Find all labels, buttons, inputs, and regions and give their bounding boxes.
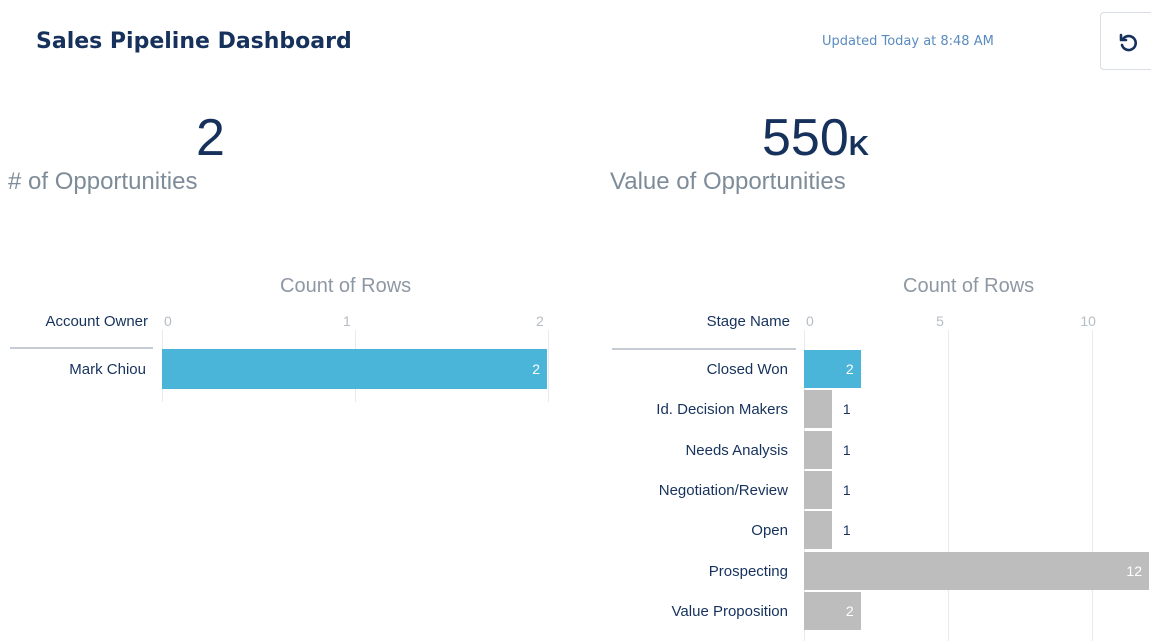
chart-category-label: Negotiation/Review bbox=[658, 481, 788, 499]
chart-bar bbox=[804, 430, 833, 469]
chart-header-separator bbox=[612, 348, 796, 350]
chart-tick-label: 2 bbox=[536, 313, 544, 329]
chart-gridline bbox=[948, 330, 950, 641]
chart-tick-label: 0 bbox=[806, 313, 814, 329]
chart-category-label: Mark Chiou bbox=[69, 361, 146, 378]
metric-value-label: Value of Opportunities bbox=[610, 168, 846, 195]
chart-data-label: 2 bbox=[845, 602, 854, 619]
chart-category-label: Open bbox=[751, 522, 788, 540]
chart-bar bbox=[804, 551, 1150, 590]
chart-header-separator bbox=[10, 347, 153, 349]
chart-data-label: 2 bbox=[845, 361, 854, 377]
chart-dimension-label: Stage Name bbox=[706, 313, 790, 330]
chart-category-label: Value Proposition bbox=[671, 602, 788, 620]
refresh-button[interactable] bbox=[1100, 12, 1151, 70]
metric-value: 2 bbox=[196, 109, 225, 167]
page-title: Sales Pipeline Dashboard bbox=[36, 29, 352, 54]
refresh-icon bbox=[1119, 33, 1137, 52]
chart-category-label: Id. Decision Makers bbox=[656, 401, 788, 419]
chart-category-label: Needs Analysis bbox=[685, 441, 788, 459]
metric-opportunities-count: 2 bbox=[196, 112, 225, 164]
metric-unit: K bbox=[848, 130, 869, 161]
chart-tick-label: 1 bbox=[343, 313, 351, 329]
chart-category-label: Closed Won bbox=[706, 361, 788, 378]
chart-data-label: 1 bbox=[842, 481, 851, 498]
metric-opportunities-value: 550K bbox=[762, 112, 869, 164]
chart-axis-title: Count of Rows bbox=[903, 275, 1035, 297]
chart-tick-label: 5 bbox=[936, 313, 944, 329]
chart-data-label: 1 bbox=[842, 522, 851, 539]
chart-tick-label: 10 bbox=[1080, 313, 1096, 329]
updated-timestamp: Updated Today at 8:48 AM bbox=[822, 34, 994, 49]
chart-bar bbox=[804, 470, 833, 509]
chart-dimension-label: Account Owner bbox=[45, 313, 148, 330]
chart-bar bbox=[804, 511, 833, 550]
chart-axis-title: Count of Rows bbox=[280, 275, 412, 297]
chart-bar bbox=[162, 349, 548, 389]
metric-opportunities-label: # of Opportunities bbox=[8, 168, 198, 195]
chart-category-label: Prospecting bbox=[708, 562, 788, 580]
chart-tick-label: 0 bbox=[164, 313, 172, 329]
chart-bar bbox=[804, 390, 833, 429]
metric-value: 550 bbox=[762, 109, 849, 167]
chart-data-label: 12 bbox=[1126, 562, 1142, 579]
chart-data-label: 1 bbox=[842, 401, 851, 418]
chart-gridline bbox=[1092, 330, 1094, 641]
chart-data-label: 1 bbox=[842, 441, 851, 458]
chart-data-label: 2 bbox=[532, 361, 540, 377]
